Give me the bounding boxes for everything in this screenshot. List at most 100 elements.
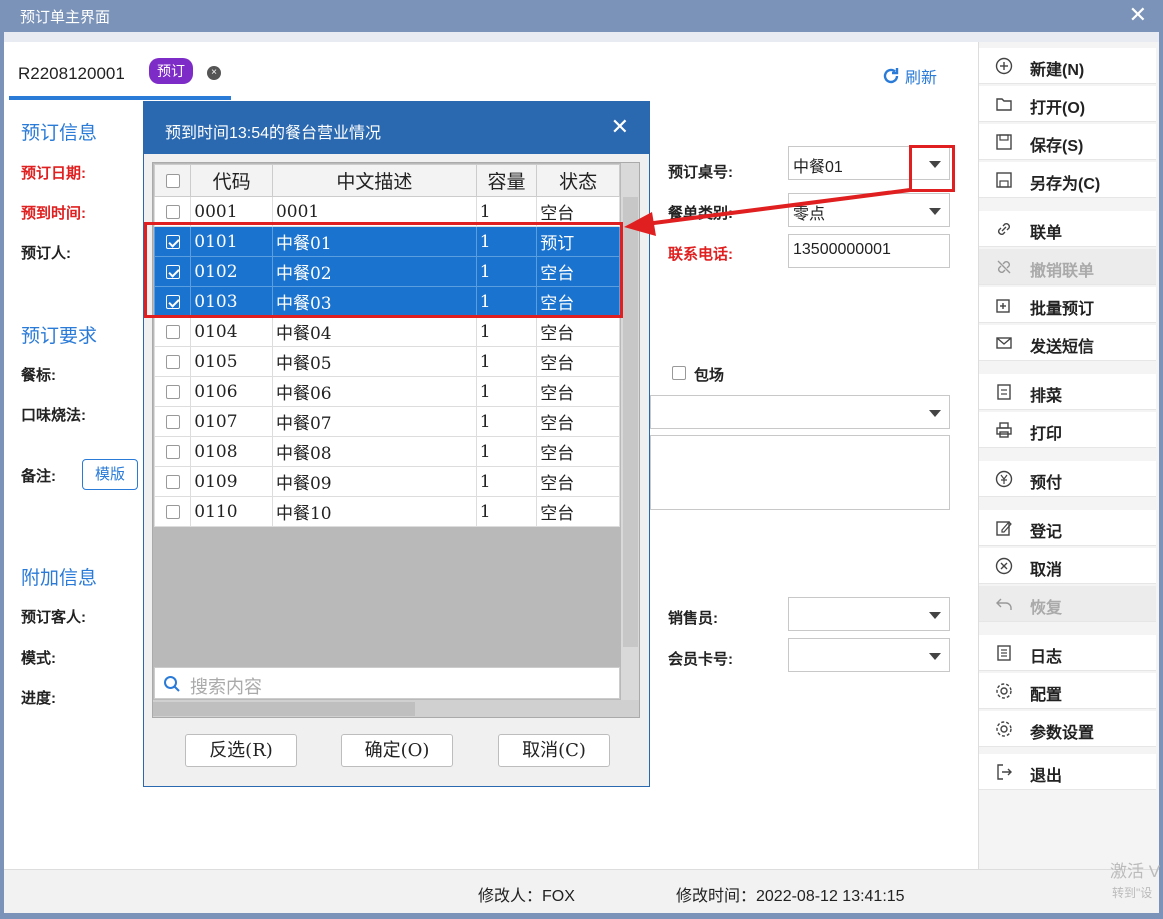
mail-icon [996, 337, 1012, 349]
sidebar-item-mail[interactable]: 发送短信 [979, 325, 1156, 361]
sidebar-item-undo[interactable]: 恢复 [979, 586, 1156, 622]
sidebar-item-printer[interactable]: 打印 [979, 412, 1156, 448]
table-row[interactable]: 0108 中餐08 1 空台 [153, 436, 620, 467]
col-capacity-header[interactable]: 容量 [475, 164, 538, 197]
sidebar-item-cancel-circle[interactable]: 取消 [979, 548, 1156, 584]
sidebar-item-label: 撤销联单 [1030, 263, 1095, 280]
invert-selection-button[interactable]: 反选(R) [185, 734, 297, 767]
select-all-header[interactable] [153, 164, 192, 197]
row-select-cell[interactable] [153, 496, 192, 527]
table-row[interactable]: 0107 中餐07 1 空台 [153, 406, 620, 437]
table-grid: 代码 中文描述 容量 状态 0001 0001 1 空台 0101 中餐01 1 预订 0102… [153, 164, 620, 527]
search-icon [164, 676, 180, 692]
status-badge: 预订 [149, 58, 193, 84]
chevron-down-icon[interactable] [929, 612, 941, 619]
row-checkbox[interactable] [165, 505, 180, 519]
row-select-cell[interactable] [153, 346, 192, 377]
activation-watermark: 激活 V [1110, 862, 1161, 881]
salesperson-select[interactable] [788, 597, 950, 631]
save-icon [996, 134, 1012, 150]
sidebar-item-label: 打开(O) [1030, 100, 1086, 117]
sidebar-item-label: 另存为(C) [1030, 176, 1101, 193]
table-row[interactable]: 0109 中餐09 1 空台 [153, 466, 620, 497]
row-checkbox[interactable] [165, 355, 180, 369]
tab-bar: R2208120001 预订 × 刷新 [4, 42, 978, 102]
window-close-icon[interactable]: ✕ [1129, 2, 1147, 28]
cancel-button[interactable]: 取消(C) [498, 734, 610, 767]
row-select-cell[interactable] [153, 376, 192, 407]
sidebar-item-save-as[interactable]: 另存为(C) [979, 162, 1156, 198]
sidebar-item-edit[interactable]: 登记 [979, 510, 1156, 546]
sidebar-item-plus-circle[interactable]: 新建(N) [979, 48, 1156, 84]
section-extra-info: 附加信息 [21, 568, 98, 589]
sidebar-item-unlink[interactable]: 撤销联单 [979, 249, 1156, 285]
tab-close-icon[interactable]: × [207, 66, 221, 80]
checkbox-box[interactable] [672, 366, 686, 381]
dialog-close-icon[interactable]: ✕ [611, 114, 629, 140]
cell-status: 空台 [536, 496, 620, 527]
row-checkbox[interactable] [165, 415, 180, 429]
label-arrive-time: 预到时间: [21, 205, 86, 222]
cell-desc: 中餐04 [271, 316, 477, 347]
batch-add-icon [996, 299, 1010, 313]
table-row[interactable]: 0105 中餐05 1 空台 [153, 346, 620, 377]
select-all-checkbox[interactable] [165, 174, 180, 188]
search-input[interactable]: 搜索内容 [154, 667, 620, 699]
row-select-cell[interactable] [153, 466, 192, 497]
sidebar-item-exit[interactable]: 退出 [979, 754, 1156, 790]
chevron-down-icon[interactable] [929, 653, 941, 660]
section-booking-info: 预订信息 [21, 123, 98, 144]
table-row[interactable]: 0110 中餐10 1 空台 [153, 496, 620, 527]
cell-desc: 中餐05 [271, 346, 477, 377]
table-row[interactable]: 0104 中餐04 1 空台 [153, 316, 620, 347]
member-card-select[interactable] [788, 638, 950, 672]
whole-venue-checkbox[interactable] [672, 364, 686, 381]
horizontal-scroll-thumb[interactable] [153, 702, 415, 716]
modify-time-text: 修改时间：2022-08-12 13:41:15 [676, 888, 905, 905]
label-taste: 口味烧法: [21, 407, 86, 424]
template-button[interactable]: 模版 [82, 459, 138, 490]
sidebar-item-link[interactable]: 联单 [979, 211, 1156, 247]
sidebar-item-log[interactable]: 日志 [979, 635, 1156, 671]
chevron-down-icon[interactable] [929, 208, 941, 215]
col-desc-header[interactable]: 中文描述 [271, 164, 477, 197]
title-bar: 预订单主界面 ✕ [0, 0, 1163, 32]
sidebar-item-batch-add[interactable]: 批量预订 [979, 287, 1156, 323]
cell-capacity: 1 [475, 316, 538, 347]
table-row[interactable]: 0106 中餐06 1 空台 [153, 376, 620, 407]
sidebar-item-save[interactable]: 保存(S) [979, 124, 1156, 160]
cancel-circle-icon [995, 557, 1013, 575]
settings-icon [996, 721, 1012, 737]
taste-select[interactable] [650, 395, 950, 429]
refresh-button[interactable]: 刷新 [881, 64, 937, 88]
sidebar-item-dish-list[interactable]: 排菜 [979, 374, 1156, 410]
row-checkbox[interactable] [165, 445, 180, 459]
tab-order-id[interactable]: R2208120001 [18, 64, 125, 84]
plus-circle-icon [995, 57, 1013, 75]
col-status-header[interactable]: 状态 [536, 164, 620, 197]
sidebar-item-folder-open[interactable]: 打开(O) [979, 86, 1156, 122]
row-select-cell[interactable] [153, 406, 192, 437]
row-checkbox[interactable] [165, 205, 180, 219]
search-placeholder: 搜索内容 [190, 677, 262, 697]
row-select-cell[interactable] [153, 316, 192, 347]
cell-capacity: 1 [475, 436, 538, 467]
sidebar-item-gear[interactable]: 配置 [979, 673, 1156, 709]
row-checkbox[interactable] [165, 385, 180, 399]
cell-status: 空台 [536, 316, 620, 347]
sidebar-item-label: 打印 [1030, 426, 1063, 443]
sidebar-item-settings[interactable]: 参数设置 [979, 711, 1156, 747]
sidebar-item-prepay[interactable]: 预付 [979, 461, 1156, 497]
chevron-down-icon[interactable] [929, 410, 941, 417]
row-select-cell[interactable] [153, 436, 192, 467]
refresh-icon [883, 68, 899, 84]
dialog-title: 预到时间13:54的餐台营业情况 [165, 125, 382, 142]
ok-button[interactable]: 确定(O) [341, 734, 453, 767]
label-salesperson: 销售员: [668, 610, 718, 627]
col-code-header[interactable]: 代码 [190, 164, 273, 197]
undo-icon [996, 598, 1012, 610]
note-textarea[interactable] [650, 435, 950, 510]
row-checkbox[interactable] [165, 475, 180, 489]
vertical-scroll-thumb[interactable] [623, 197, 638, 647]
row-checkbox[interactable] [165, 325, 180, 339]
